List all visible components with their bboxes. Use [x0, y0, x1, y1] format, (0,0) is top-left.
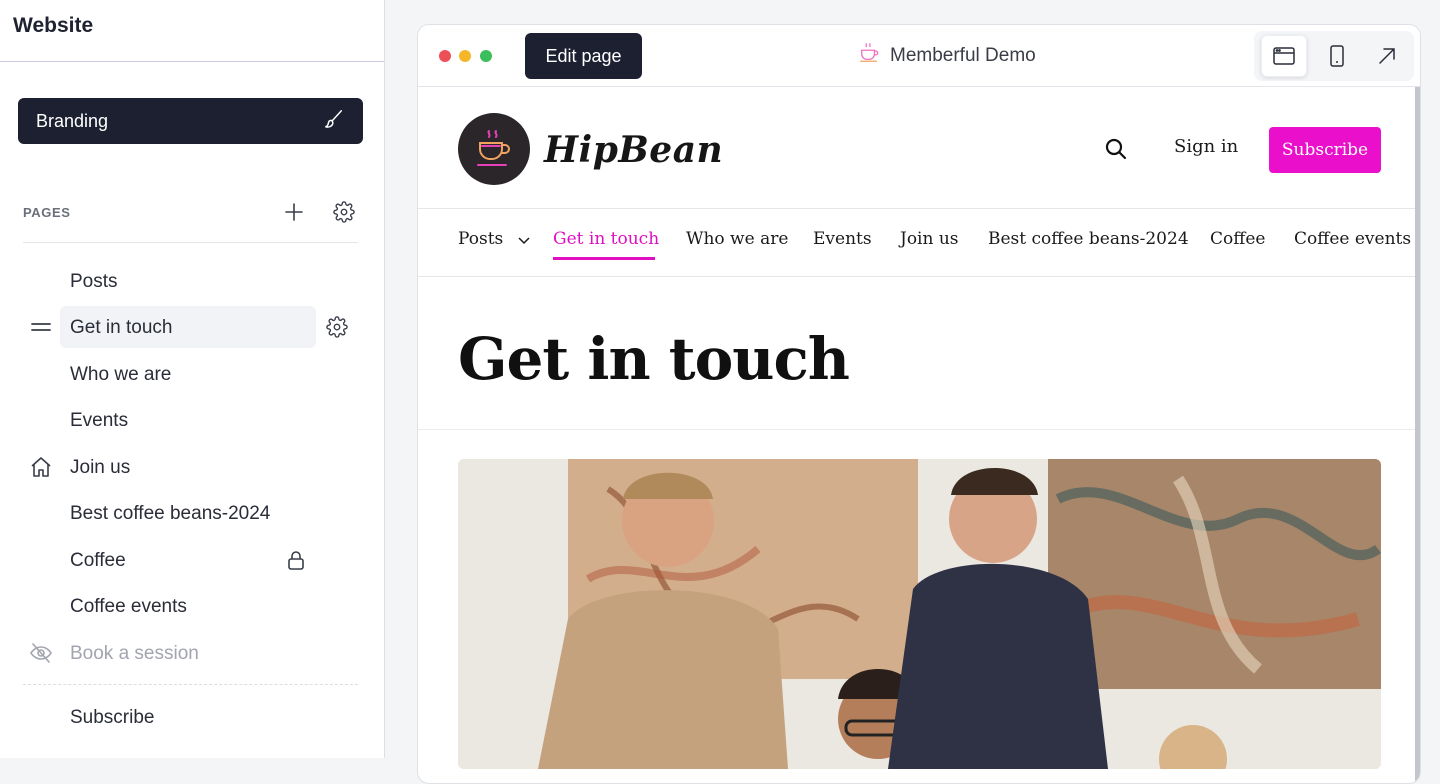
desktop-view-button[interactable]	[1261, 35, 1307, 77]
page-item-coffee-events[interactable]: Coffee events	[0, 585, 384, 627]
page-item-label: Subscribe	[70, 707, 155, 728]
arrow-up-right-icon	[1379, 48, 1395, 64]
page-item-get-in-touch[interactable]: Get in touch	[0, 306, 384, 348]
gear-icon[interactable]	[324, 314, 350, 340]
nav-item-who-we-are[interactable]: Who we are	[686, 229, 788, 249]
brush-icon	[323, 108, 345, 135]
preview-toolbar: Edit page Memberful Demo	[418, 25, 1420, 87]
page-item-subscribe[interactable]: Subscribe	[0, 696, 384, 738]
mobile-view-button[interactable]	[1314, 35, 1360, 77]
page-item-label: Who we are	[70, 364, 172, 385]
pages-settings-button[interactable]	[330, 198, 358, 226]
lock-icon	[283, 547, 309, 573]
sidebar-title: Website	[13, 14, 94, 37]
minimize-dot	[459, 50, 471, 62]
page-item-label: Posts	[70, 271, 118, 292]
nav-item-coffee-events[interactable]: Coffee events	[1294, 229, 1411, 249]
preview-scrollbar[interactable]	[1415, 87, 1420, 783]
chevron-down-icon	[518, 236, 530, 244]
page-item-label: Best coffee beans-2024	[70, 503, 271, 524]
page-item-best-coffee-beans[interactable]: Best coffee beans-2024	[0, 492, 384, 534]
page-item-label: Join us	[70, 457, 131, 478]
nav-item-get-in-touch[interactable]: Get in touch	[553, 229, 659, 249]
nav-item-label: Posts	[458, 229, 504, 249]
mobile-icon	[1330, 45, 1344, 67]
site-name-label: Memberful Demo	[890, 45, 1036, 66]
search-icon[interactable]	[1104, 137, 1128, 161]
page-item-label: Coffee events	[70, 596, 187, 617]
page-item-book-a-session[interactable]: Book a session	[0, 632, 384, 674]
page-item-label: Get in touch	[70, 317, 173, 338]
divider	[23, 684, 358, 685]
add-page-button[interactable]	[280, 198, 308, 226]
gear-icon	[333, 201, 355, 223]
close-dot	[439, 50, 451, 62]
edit-page-button[interactable]: Edit page	[525, 33, 642, 79]
nav-item-best-coffee-beans[interactable]: Best coffee beans-2024	[988, 229, 1189, 249]
divider	[418, 429, 1416, 430]
nav-active-indicator	[553, 257, 655, 260]
divider	[0, 61, 384, 62]
eye-off-icon	[28, 640, 54, 666]
nav-item-coffee[interactable]: Coffee	[1210, 229, 1265, 249]
coffee-cup-icon	[858, 42, 880, 70]
branding-label: Branding	[36, 110, 109, 131]
pages-label: PAGES	[23, 204, 71, 220]
open-site-button[interactable]	[1364, 35, 1410, 77]
page-item-coffee[interactable]: Coffee	[0, 539, 384, 581]
site-logo[interactable]	[458, 113, 530, 185]
site-header: HipBean Sign in Subscribe	[418, 87, 1416, 209]
sign-in-link[interactable]: Sign in	[1174, 136, 1238, 157]
drag-handle-icon[interactable]	[28, 314, 54, 340]
sidebar: Website Branding PAGES Posts Get in touc…	[0, 0, 385, 758]
plus-icon	[285, 203, 303, 221]
site-nav: Posts Get in touch Who we are Events Joi…	[418, 209, 1416, 277]
site-logo-text[interactable]: HipBean	[544, 129, 723, 171]
page-item-who-we-are[interactable]: Who we are	[0, 353, 384, 395]
page-item-events[interactable]: Events	[0, 399, 384, 441]
page-item-label: Coffee	[70, 550, 126, 571]
coffee-cup-icon	[477, 130, 510, 166]
pages-header: PAGES	[23, 196, 358, 228]
nav-item-events[interactable]: Events	[813, 229, 872, 249]
site-name: Memberful Demo	[858, 42, 1036, 70]
subscribe-button[interactable]: Subscribe	[1269, 127, 1381, 173]
page-title: Get in touch	[458, 325, 850, 393]
page-item-label: Events	[70, 410, 129, 431]
home-icon	[28, 454, 54, 480]
browser-window-icon	[1273, 47, 1295, 65]
maximize-dot	[480, 50, 492, 62]
page-item-label: Book a session	[70, 643, 199, 664]
branding-button[interactable]: Branding	[18, 98, 363, 144]
page-item-join-us[interactable]: Join us	[0, 446, 384, 488]
site-preview-window: Edit page Memberful Demo HipBean Sign in…	[417, 24, 1421, 784]
divider	[23, 242, 358, 243]
page-item-posts[interactable]: Posts	[0, 260, 384, 302]
hero-image	[458, 459, 1381, 769]
nav-item-posts[interactable]: Posts	[458, 229, 531, 249]
nav-item-join-us[interactable]: Join us	[900, 229, 959, 249]
